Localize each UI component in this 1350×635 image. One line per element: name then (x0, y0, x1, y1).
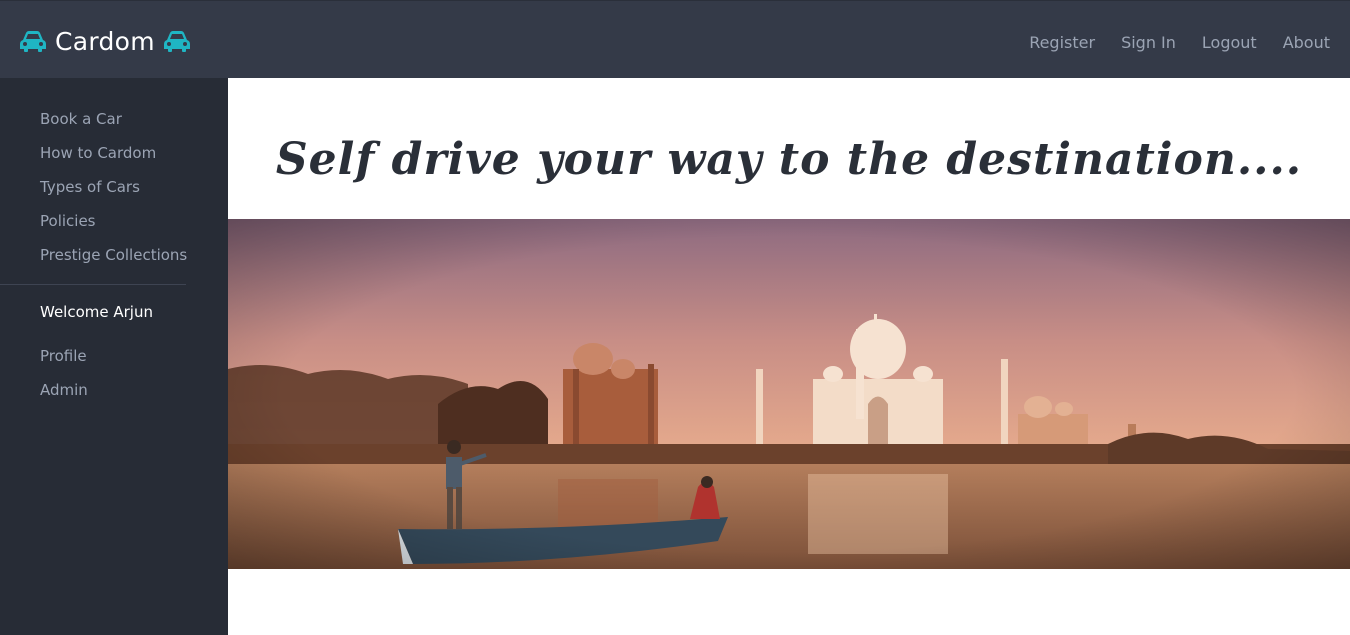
sidebar-item-how-to-cardom: How to Cardom (40, 144, 187, 178)
taj-mahal-river-scene (228, 219, 1350, 569)
sidebar-item-admin: Admin (40, 381, 88, 415)
sidebar-link-profile[interactable]: Profile (40, 347, 87, 365)
sidebar-item-policies: Policies (40, 212, 187, 246)
sidebar-link-policies[interactable]: Policies (40, 212, 95, 230)
user-menu: Profile Admin (40, 347, 88, 415)
sidebar-link-admin[interactable]: Admin (40, 381, 88, 399)
sidebar-divider (0, 284, 186, 285)
sign-in-link[interactable]: Sign In (1121, 33, 1176, 52)
sidebar-link-types-of-cars[interactable]: Types of Cars (40, 178, 140, 196)
register-link[interactable]: Register (1029, 33, 1095, 52)
sidebar-menu: Book a Car How to Cardom Types of Cars P… (40, 110, 187, 280)
car-icon (20, 31, 46, 52)
page-headline: Self drive your way to the destination..… (275, 134, 1303, 185)
sidebar-item-types-of-cars: Types of Cars (40, 178, 187, 212)
sidebar-link-how-to-cardom[interactable]: How to Cardom (40, 144, 156, 162)
sidebar-link-prestige-collections[interactable]: Prestige Collections (40, 246, 187, 264)
top-nav-links: Register Sign In Logout About (1029, 33, 1330, 52)
sidebar-item-book-a-car: Book a Car (40, 110, 187, 144)
logout-link[interactable]: Logout (1202, 33, 1257, 52)
hero-image (228, 219, 1350, 569)
sidebar: Book a Car How to Cardom Types of Cars P… (0, 78, 228, 635)
car-icon (163, 31, 190, 52)
sidebar-item-profile: Profile (40, 347, 88, 381)
welcome-message: Welcome Arjun (40, 303, 153, 321)
top-navbar: Cardom Register Sign In Logout About (0, 0, 1350, 78)
main-content: Self drive your way to the destination..… (228, 78, 1350, 635)
sidebar-item-prestige-collections: Prestige Collections (40, 246, 187, 280)
brand-name: Cardom (55, 26, 155, 56)
brand-link[interactable]: Cardom (19, 25, 191, 57)
about-link[interactable]: About (1283, 33, 1330, 52)
sidebar-link-book-a-car[interactable]: Book a Car (40, 110, 122, 128)
